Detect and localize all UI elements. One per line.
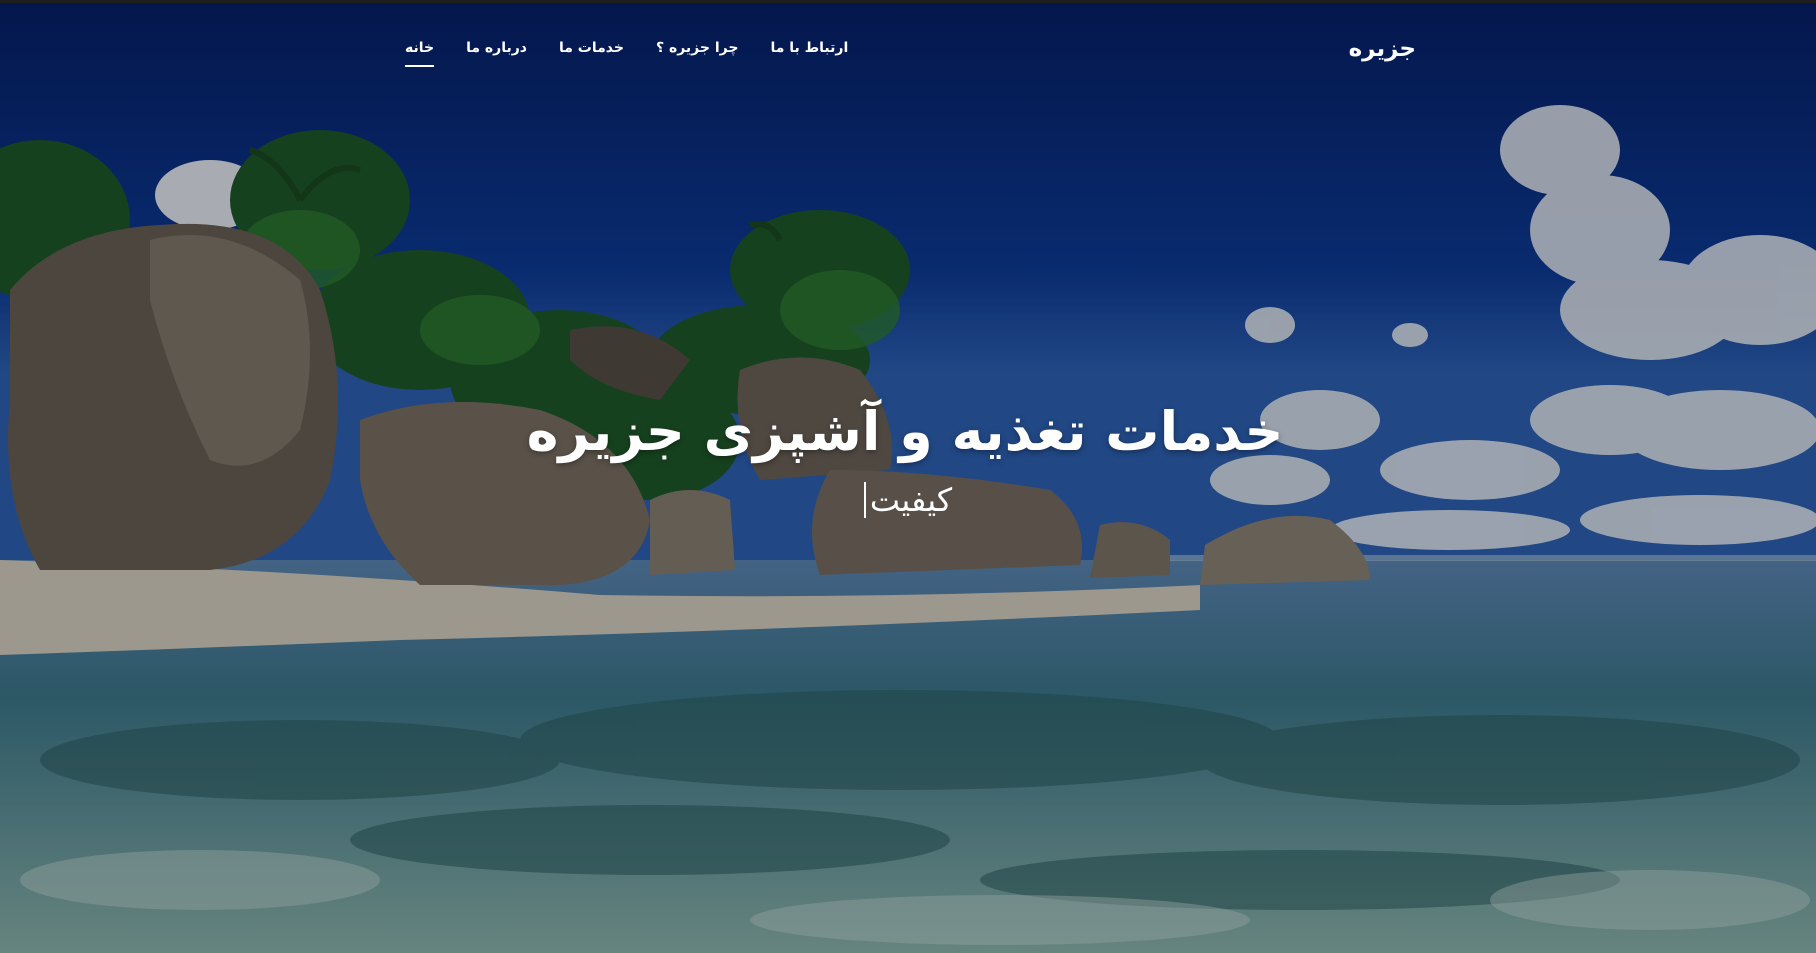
- nav-menu: خانه درباره ما خدمات ما چرا جزیره ؟ ارتب…: [405, 40, 848, 67]
- nav-item-home[interactable]: خانه: [405, 40, 435, 67]
- nav-item-why[interactable]: چرا جزیره ؟: [656, 40, 739, 67]
- nav-item-contact[interactable]: ارتباط با ما: [770, 40, 848, 67]
- landing-page: جزیره خانه درباره ما خدمات ما چرا جزیره …: [0, 0, 1816, 953]
- nav-item-services[interactable]: خدمات ما: [559, 40, 624, 67]
- top-navbar: جزیره خانه درباره ما خدمات ما چرا جزیره …: [0, 0, 1816, 100]
- nav-item-about[interactable]: درباره ما: [466, 40, 527, 67]
- hero-content: خدمات تغذیه و آشپزی جزیره کیفیت: [0, 400, 1816, 519]
- hero-typed-text: کیفیت: [0, 481, 1816, 519]
- hero-title: خدمات تغذیه و آشپزی جزیره: [526, 400, 1284, 463]
- typed-word: کیفیت: [869, 481, 953, 519]
- top-border: [0, 0, 1816, 3]
- typing-cursor: [863, 482, 866, 518]
- brand-logo[interactable]: جزیره: [1349, 36, 1416, 62]
